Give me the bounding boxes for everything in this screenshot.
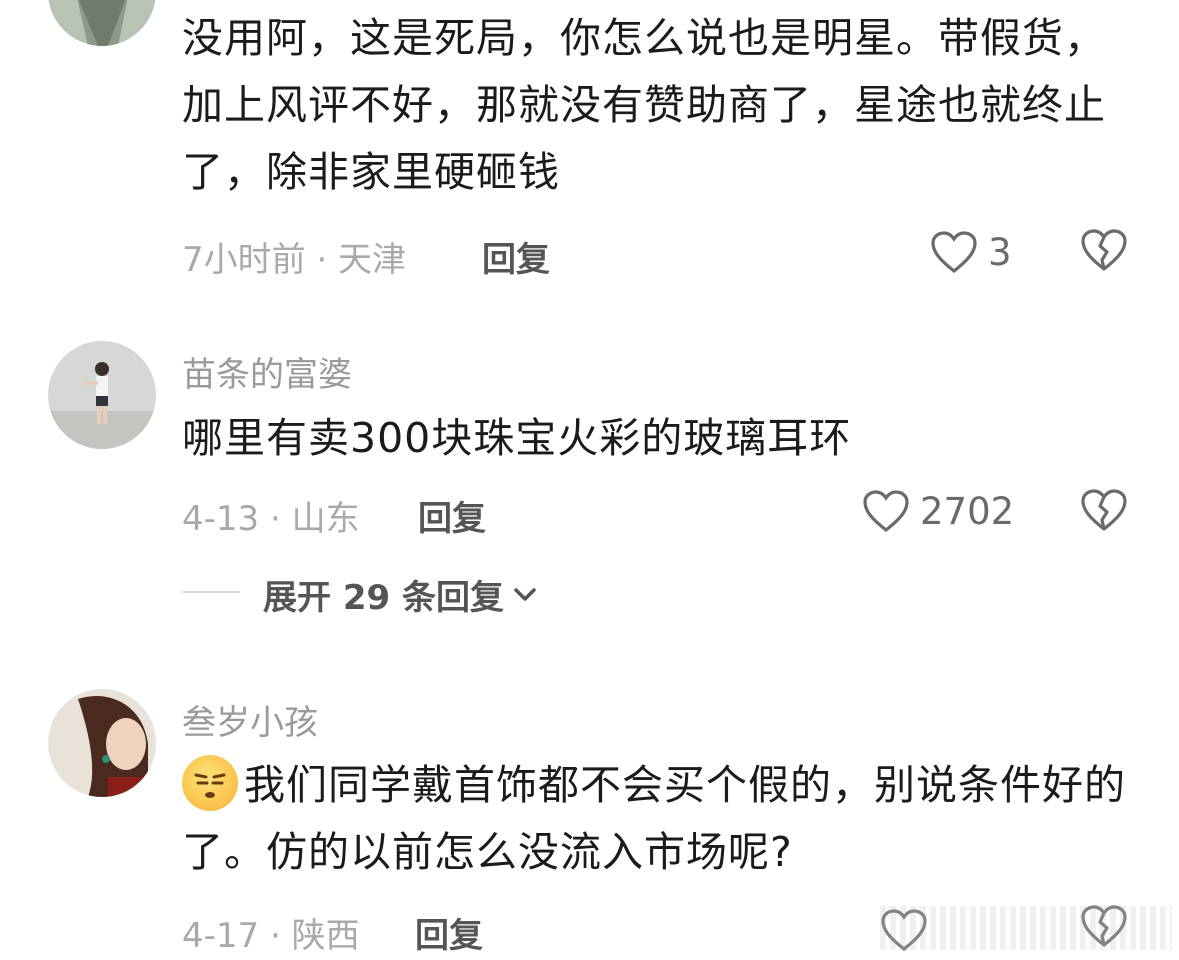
dislike-button[interactable] [1080, 488, 1128, 536]
comment-text: 没用阿，这是死局，你怎么说也是明星。带假货，加上风评不好，那就没有赞助商了，星途… [182, 14, 1106, 196]
broken-heart-icon [1081, 229, 1127, 271]
reply-button[interactable]: 回复 [482, 232, 550, 281]
heart-outline-icon [931, 231, 977, 274]
avatar[interactable] [48, 341, 156, 449]
reply-button[interactable]: 回复 [418, 491, 486, 540]
comment-meta: 4-13 · 山东 [182, 499, 360, 539]
like-button[interactable]: 2702 [862, 481, 1014, 541]
username[interactable]: 苗条的富婆 [182, 347, 352, 396]
comment-text-content: 我们同学戴首饰都不会买个假的，别说条件好的了。仿的以前怎么没流入市场呢? [182, 761, 1126, 876]
comment-meta: 7小时前 · 天津 [182, 240, 407, 280]
like-count: 2702 [920, 489, 1015, 533]
comment-text: 哪里有卖300块珠宝火彩的玻璃耳环 [182, 414, 852, 462]
dislike-button[interactable] [1080, 228, 1128, 276]
expand-replies-button[interactable]: 展开 29 条回复 [263, 570, 538, 619]
expand-replies-label: 展开 29 条回复 [263, 578, 504, 618]
face-emoji-icon [182, 755, 238, 811]
watermark-overlay [880, 906, 1172, 950]
heart-outline-icon [863, 490, 909, 533]
reply-button[interactable]: 回复 [415, 908, 483, 957]
divider [182, 591, 240, 593]
like-count: 3 [988, 230, 1012, 274]
comment-meta: 4-17 · 陕西 [182, 916, 360, 956]
broken-heart-icon [1081, 489, 1127, 531]
avatar[interactable] [48, 0, 156, 46]
username[interactable]: 叁岁小孩 [182, 695, 318, 744]
avatar[interactable] [48, 689, 156, 797]
chevron-down-icon [514, 587, 536, 601]
comment-text: 我们同学戴首饰都不会买个假的，别说条件好的了。仿的以前怎么没流入市场呢? [182, 752, 1132, 886]
like-button[interactable]: 3 [930, 222, 1012, 282]
